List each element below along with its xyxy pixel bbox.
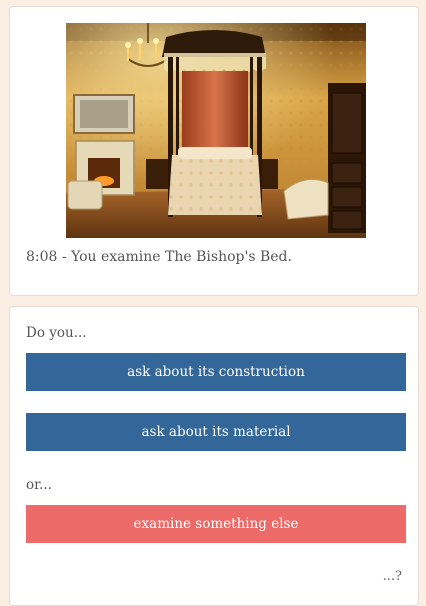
choices-card: Do you... ask about its construction ask… — [9, 306, 419, 606]
ask-construction-button[interactable]: ask about its construction — [26, 353, 406, 391]
bishops-bed-photo — [66, 23, 366, 238]
choice-intro: Do you... — [26, 325, 87, 341]
trailing-ellipsis: ...? — [382, 569, 402, 584]
alt-intro: or... — [26, 477, 52, 493]
examine-else-button[interactable]: examine something else — [26, 505, 406, 543]
scene-caption: 8:08 - You examine The Bishop's Bed. — [26, 249, 292, 265]
bedroom-illustration — [66, 23, 366, 238]
ask-material-button[interactable]: ask about its material — [26, 413, 406, 451]
scene-card: 8:08 - You examine The Bishop's Bed. — [9, 6, 419, 296]
